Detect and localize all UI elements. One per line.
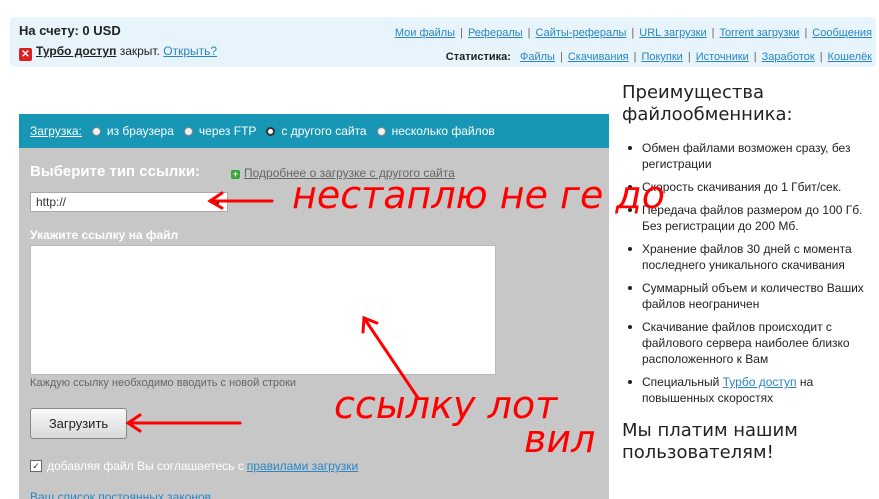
stats-purchases[interactable]: Покупки [641, 51, 682, 63]
list-item: Хранение файлов 30 дней с момента послед… [622, 241, 874, 273]
upload-rules-link[interactable]: правилами загрузки [247, 459, 358, 473]
terms-checkbox[interactable]: ✓ [30, 460, 42, 472]
agree-text: добавляя файл Вы соглашаетесь с [47, 459, 244, 473]
close-icon: ✕ [19, 48, 32, 61]
account-bar: На счету: 0 USD ✕ Турбо доступ закрыт. От… [10, 17, 876, 67]
radio-multiple-files[interactable]: несколько файлов [376, 124, 495, 138]
stats-sources[interactable]: Источники [696, 51, 749, 63]
item-text: Специальный [642, 375, 720, 389]
turbo-label[interactable]: Турбо доступ [36, 44, 116, 58]
benefits-sidebar: Преимущества файлообменника: Обмен файла… [622, 82, 874, 464]
benefits-list: Обмен файлами возможен сразу, без регист… [622, 140, 874, 406]
turbo-state: закрыт. [119, 44, 160, 58]
radio-dot-selected[interactable] [266, 126, 276, 136]
nav-referral-sites[interactable]: Сайты-рефералы [536, 27, 627, 39]
turbo-status: ✕ Турбо доступ закрыт. Открыть? [19, 44, 217, 61]
terms-agreement: ✓ добавляя файл Вы соглашаетесь с правил… [30, 459, 358, 473]
turbo-access-link[interactable]: Турбо доступ [723, 375, 797, 389]
radio-remote-site[interactable]: с другого сайта [266, 124, 367, 138]
account-balance: На счету: 0 USD [19, 23, 121, 38]
link-type-heading: Выберите тип ссылки: [30, 163, 201, 180]
upload-button[interactable]: Загрузить [30, 408, 127, 439]
nav-my-files[interactable]: Мои файлы [395, 27, 455, 39]
upload-panel: Загрузка: из браузера через FTP с другог… [19, 114, 609, 499]
radio-dot[interactable] [183, 126, 193, 136]
nav-referrals[interactable]: Рефералы [468, 27, 523, 39]
more-info-link[interactable]: Подробнее о загрузке с другого сайта [244, 166, 455, 180]
stats-nav: Статистика: Файлы | Скачивания | Покупки | Ист… [445, 51, 872, 63]
stats-label: Статистика: [445, 51, 511, 63]
nav-messages[interactable]: Сообщения [812, 27, 872, 39]
list-item: Скачивание файлов происходит с файлового… [622, 319, 874, 367]
stats-earnings[interactable]: Заработок [762, 51, 815, 63]
stats-downloads[interactable]: Скачивания [568, 51, 629, 63]
plus-icon: + [231, 169, 240, 179]
radio-dot[interactable] [376, 126, 386, 136]
list-item: Скорость скачивания до 1 Гбит/сек. [622, 179, 874, 195]
list-item: Передача файлов размером до 100 Гб. Без … [622, 202, 874, 234]
turbo-open-link[interactable]: Открыть? [163, 44, 217, 58]
nav-torrent-uploads[interactable]: Torrent загрузки [719, 27, 799, 39]
url-hint: Каждую ссылку необходимо вводить с новой… [30, 377, 297, 389]
benefits-title: Преимущества файлообменника: [622, 82, 793, 125]
stats-files[interactable]: Файлы [520, 51, 555, 63]
upload-label[interactable]: Загрузка: [30, 124, 82, 138]
list-item: Обмен файлами возможен сразу, без регист… [622, 140, 874, 172]
radio-label: с другого сайта [281, 124, 367, 138]
radio-browser[interactable]: из браузера [91, 124, 174, 138]
list-item: Суммарный объем и количество Ваших файло… [622, 280, 874, 312]
chevron-down-icon[interactable]: ▼ [213, 198, 222, 208]
more-info: + Подробнее о загрузке с другого сайта [231, 166, 455, 180]
select-value: http:// [36, 195, 67, 209]
url-field-label: Укажите ссылку на файл [30, 228, 179, 242]
upload-method-bar: Загрузка: из браузера через FTP с другог… [19, 114, 609, 148]
url-textarea[interactable] [30, 245, 496, 375]
link-type-select[interactable]: http:// ▼ [30, 192, 228, 212]
radio-label: несколько файлов [391, 124, 495, 138]
radio-ftp[interactable]: через FTP [183, 124, 257, 138]
radio-dot[interactable] [91, 126, 101, 136]
main-nav: Мои файлы | Рефералы | Сайты-рефералы | URL за… [394, 27, 872, 39]
nav-url-uploads[interactable]: URL загрузки [639, 27, 706, 39]
radio-label: через FTP [198, 124, 257, 138]
list-item: Специальный Турбо доступ на повышенных с… [622, 374, 874, 406]
bottom-link[interactable]: Ваш список постоянных законов [30, 490, 211, 499]
stats-wallet[interactable]: Кошелёк [828, 51, 872, 63]
pay-title: Мы платим нашим пользователям! [622, 420, 798, 463]
radio-label: из браузера [106, 124, 174, 138]
